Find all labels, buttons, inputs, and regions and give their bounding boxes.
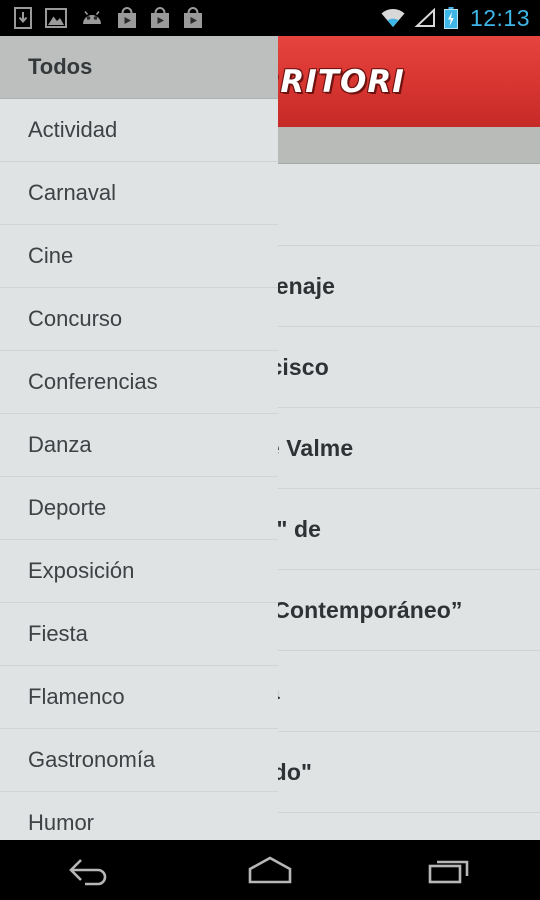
status-bar-clock: 12:13 <box>469 4 530 31</box>
drawer-item-label: Cine <box>28 243 74 268</box>
drawer-item-danza[interactable]: Danza <box>0 414 278 477</box>
status-bar-system-icons: 12:13 <box>380 5 530 32</box>
signal-icon <box>414 8 435 27</box>
drawer-item-conferencias[interactable]: Conferencias <box>0 351 278 414</box>
status-bar: 12:13 <box>0 0 540 36</box>
wifi-icon <box>381 9 405 28</box>
system-navigation-bar <box>0 840 540 900</box>
drawer-item-carnaval[interactable]: Carnaval <box>0 162 278 225</box>
drawer-item-concurso[interactable]: Concurso <box>0 288 278 351</box>
drawer-item-deporte[interactable]: Deporte <box>0 477 278 540</box>
drawer-item-actividad[interactable]: Actividad <box>0 99 278 162</box>
drawer-item-label: Carnaval <box>28 180 117 205</box>
status-bar-notification-icons <box>14 7 380 29</box>
drawer-item-label: Humor <box>28 810 95 835</box>
play-store-icon <box>151 7 169 28</box>
drawer-item-label: Flamenco <box>28 684 125 709</box>
drawer-item-humor[interactable]: Humor <box>0 792 278 840</box>
drawer-item-label: Actividad <box>28 117 118 142</box>
drawer-item-label: Conferencias <box>28 369 158 394</box>
drawer-item-flamenco[interactable]: Flamenco <box>0 666 278 729</box>
drawer-item-gastronomia[interactable]: Gastronomía <box>0 729 278 792</box>
drawer-item-label: Todos <box>28 54 93 79</box>
drawer-item-label: Gastronomía <box>28 747 156 772</box>
drawer-item-exposicion[interactable]: Exposición <box>0 540 278 603</box>
home-icon <box>248 856 292 884</box>
drawer-item-fiesta[interactable]: Fiesta <box>0 603 278 666</box>
drawer-item-label: Danza <box>28 432 92 457</box>
home-button[interactable] <box>210 840 330 900</box>
back-button[interactable] <box>30 840 150 900</box>
back-arrow-icon <box>69 859 107 886</box>
play-store-icon <box>118 7 136 28</box>
play-store-icon <box>184 7 202 28</box>
navigation-drawer[interactable]: Todos Actividad Carnaval Cine Concurso C… <box>0 36 278 840</box>
recent-apps-icon <box>428 860 469 884</box>
drawer-item-label: Fiesta <box>28 621 88 646</box>
android-icon <box>83 10 101 24</box>
drawer-item-todos[interactable]: Todos <box>0 36 278 99</box>
phone-screen: 12:13 TERRITORI Aulas Creativas FotoRábi… <box>0 0 540 900</box>
recents-button[interactable] <box>390 840 510 900</box>
drawer-item-label: Exposición <box>28 558 135 583</box>
drawer-item-label: Deporte <box>28 495 107 520</box>
drawer-item-cine[interactable]: Cine <box>0 225 278 288</box>
app-content-area: TERRITORI Aulas Creativas FotoRábida2013… <box>0 36 540 840</box>
drawer-item-label: Concurso <box>28 306 123 331</box>
image-icon <box>45 8 67 28</box>
download-icon <box>14 7 32 29</box>
battery-charging-icon <box>443 7 458 29</box>
